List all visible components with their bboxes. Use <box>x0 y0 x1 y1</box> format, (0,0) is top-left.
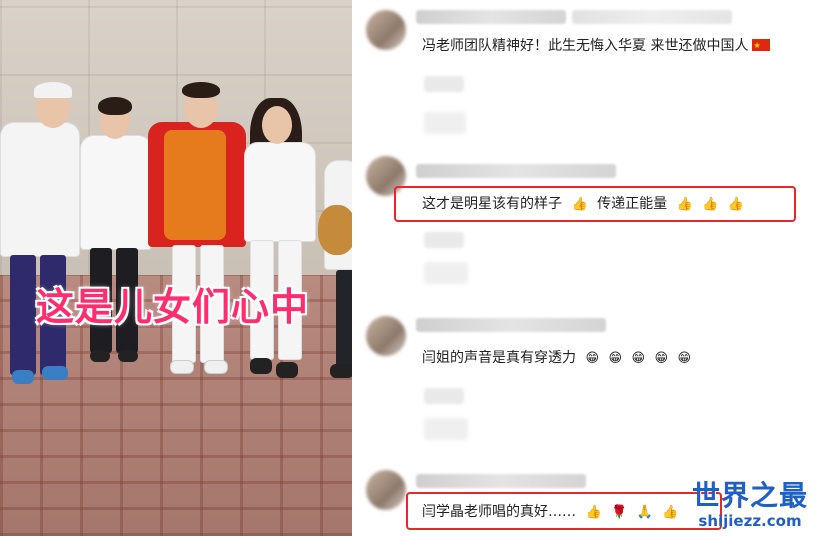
thumbs-up-icon: 👍 <box>662 505 679 520</box>
user-avatar[interactable] <box>366 10 406 50</box>
comment-meta-blurred <box>424 76 464 92</box>
username-blurred[interactable] <box>416 474 586 488</box>
username-blurred[interactable] <box>416 318 606 332</box>
grin-emoji-icon: 😁 <box>585 351 600 366</box>
comment-item: 这才是明星该有的样子 👍 传递正能量 👍 👍 👍 <box>352 150 818 300</box>
grin-emoji-icon: 😁 <box>631 351 646 366</box>
rose-icon: 🌹 <box>611 505 628 520</box>
grin-emoji-icon: 😁 <box>677 351 692 366</box>
user-avatar[interactable] <box>366 470 406 510</box>
comment-text: 冯老师团队精神好！此生无悔入华夏 来世还做中国人 <box>422 36 771 56</box>
comment-body: 闫姐的声音是真有穿透力 <box>422 350 576 366</box>
comment-reply-blurred <box>424 262 468 284</box>
watermark-title: 世界之最 <box>691 479 808 512</box>
username-blurred[interactable] <box>416 164 616 178</box>
grin-emoji-icon: 😁 <box>608 351 623 366</box>
thumbs-up-icon: 👍 <box>585 505 602 520</box>
thumbs-up-icon: 👍 <box>727 197 745 212</box>
thumbs-up-icon: 👍 <box>571 197 588 212</box>
comment-text: 闫姐的声音是真有穿透力 😁 😁 😁 😁 😁 <box>422 348 691 369</box>
site-watermark: 世界之最 shijiezz.com <box>692 474 808 530</box>
thumbs-up-icon: 👍 <box>676 197 693 212</box>
person-guitarist <box>318 150 352 390</box>
comment-reply-blurred <box>424 112 466 134</box>
comment-meta-blurred <box>424 232 464 248</box>
person-young-woman <box>236 96 326 396</box>
comment-meta-blurred <box>424 388 464 404</box>
jacket-stripe <box>164 130 226 240</box>
comment-item: 冯老师团队精神好！此生无悔入华夏 来世还做中国人 <box>352 0 818 150</box>
comment-body: 冯老师团队精神好！此生无悔入华夏 来世还做中国人 <box>422 38 749 54</box>
china-flag-icon <box>752 36 771 56</box>
comment-item: 闫姐的声音是真有穿透力 😁 😁 😁 😁 😁 <box>352 306 818 456</box>
guitar <box>318 205 352 255</box>
username-blurred-extra <box>572 10 732 24</box>
comment-body-suffix: 传递正能量 <box>597 196 668 212</box>
comment-body: 这才是明星该有的样子 <box>422 196 562 212</box>
comment-text: 闫学晶老师唱的真好…… 👍 🌹 🙏 👍 <box>422 502 679 523</box>
thumbs-up-icon: 👍 <box>702 197 719 212</box>
comment-text: 这才是明星该有的样子 👍 传递正能量 👍 👍 👍 <box>422 194 744 215</box>
grin-emoji-icon: 😁 <box>654 351 669 366</box>
username-blurred[interactable] <box>416 10 566 24</box>
comment-list: 冯老师团队精神好！此生无悔入华夏 来世还做中国人 这才是明星该有的样子 👍 传递… <box>352 0 818 536</box>
video-frame[interactable]: 这是儿女们心中 <box>0 0 352 536</box>
comment-body: 闫学晶老师唱的真好…… <box>422 504 576 520</box>
user-avatar[interactable] <box>366 316 406 356</box>
pray-hands-icon: 🙏 <box>636 505 653 520</box>
video-caption: 这是儿女们心中 <box>36 285 310 329</box>
watermark-url: shijiezz.com <box>698 512 802 530</box>
comment-reply-blurred <box>424 418 468 440</box>
